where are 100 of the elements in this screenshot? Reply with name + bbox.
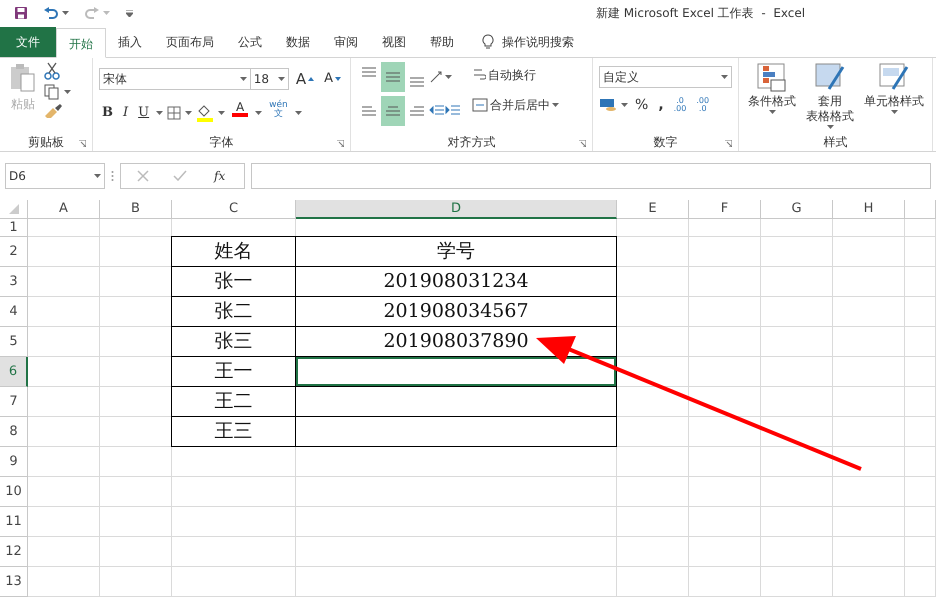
- grid-cell[interactable]: [100, 447, 172, 477]
- grid-cell[interactable]: [296, 447, 617, 477]
- grid-cell[interactable]: [905, 567, 936, 597]
- caret-icon[interactable]: [294, 110, 302, 116]
- grid-cell[interactable]: [617, 327, 689, 357]
- grid-cell[interactable]: [905, 237, 936, 267]
- grid-cell[interactable]: [689, 327, 761, 357]
- grid-cell[interactable]: [100, 567, 172, 597]
- undo-icon[interactable]: [44, 7, 58, 19]
- redo-icon[interactable]: [85, 7, 99, 19]
- column-header[interactable]: B: [100, 200, 172, 219]
- row-header[interactable]: 6: [0, 357, 28, 387]
- caret-icon[interactable]: [255, 110, 262, 116]
- table-cell[interactable]: [295, 356, 617, 387]
- grid-cell[interactable]: [28, 477, 100, 507]
- caret-icon[interactable]: [156, 110, 164, 116]
- caret-icon[interactable]: [62, 10, 69, 16]
- grid-cell[interactable]: [172, 537, 296, 567]
- format-painter-icon[interactable]: [44, 104, 62, 118]
- grid-cell[interactable]: [296, 507, 617, 537]
- grid-cell[interactable]: [761, 297, 833, 327]
- save-icon[interactable]: [14, 6, 28, 20]
- grid-cell[interactable]: [28, 447, 100, 477]
- row-header[interactable]: 4: [0, 297, 28, 327]
- table-cell[interactable]: 学号: [295, 236, 617, 267]
- grid-cell[interactable]: [617, 237, 689, 267]
- grid-cell[interactable]: [905, 219, 936, 237]
- cancel-icon[interactable]: [137, 170, 149, 182]
- grid-cell[interactable]: [172, 507, 296, 537]
- table-format-button[interactable]: 套用 表格格式: [803, 62, 857, 128]
- grid-cell[interactable]: [28, 219, 100, 237]
- grid-cell[interactable]: [689, 297, 761, 327]
- grid-cell[interactable]: [905, 537, 936, 567]
- grid-cell[interactable]: [689, 219, 761, 237]
- grid-cell[interactable]: [172, 477, 296, 507]
- grid-cell[interactable]: [761, 567, 833, 597]
- grid-cell[interactable]: [761, 237, 833, 267]
- grid-cell[interactable]: [28, 297, 100, 327]
- grid-cell[interactable]: [617, 267, 689, 297]
- grid-cell[interactable]: [905, 417, 936, 447]
- grid-cell[interactable]: [833, 507, 905, 537]
- grid-cell[interactable]: [100, 477, 172, 507]
- grid-cell[interactable]: [761, 447, 833, 477]
- column-header[interactable]: A: [28, 200, 100, 219]
- caret-icon[interactable]: [185, 110, 192, 116]
- grid-cell[interactable]: [296, 537, 617, 567]
- grid-cell[interactable]: [761, 219, 833, 237]
- grid-cell[interactable]: [100, 537, 172, 567]
- caret-icon[interactable]: [64, 90, 71, 94]
- italic-button[interactable]: I: [120, 100, 132, 126]
- decrease-decimal-button[interactable]: .00 .0: [693, 92, 712, 118]
- grid-cell[interactable]: [833, 417, 905, 447]
- table-cell[interactable]: 姓名: [171, 236, 296, 267]
- grid-cell[interactable]: [833, 357, 905, 387]
- grid-cell[interactable]: [833, 567, 905, 597]
- copy-icon[interactable]: [44, 84, 60, 100]
- column-header[interactable]: D: [296, 200, 617, 219]
- row-header[interactable]: 13: [0, 567, 28, 597]
- grid-cell[interactable]: [689, 237, 761, 267]
- grid-cell[interactable]: [689, 417, 761, 447]
- caret-icon[interactable]: [621, 102, 628, 108]
- ribbon-tab[interactable]: 审阅: [322, 27, 370, 57]
- grid-cell[interactable]: [617, 387, 689, 417]
- grid-cell[interactable]: [28, 327, 100, 357]
- caret-icon[interactable]: [721, 74, 728, 80]
- grid-cell[interactable]: [617, 447, 689, 477]
- grid-cell[interactable]: [28, 357, 100, 387]
- conditional-formatting-button[interactable]: 条件格式: [745, 62, 799, 128]
- currency-icon[interactable]: [599, 97, 617, 113]
- grid-cell[interactable]: [617, 357, 689, 387]
- caret-icon[interactable]: [445, 74, 452, 80]
- grid-cell[interactable]: [833, 219, 905, 237]
- grid-cell[interactable]: [100, 219, 172, 237]
- caret-icon[interactable]: [218, 110, 226, 116]
- ribbon-tab[interactable]: 页面布局: [154, 27, 226, 57]
- grid-cell[interactable]: [833, 237, 905, 267]
- grid-cell[interactable]: [761, 417, 833, 447]
- grid-cell[interactable]: [905, 387, 936, 417]
- grid-cell[interactable]: [689, 507, 761, 537]
- column-header[interactable]: [905, 200, 936, 219]
- scissors-icon[interactable]: [44, 62, 60, 80]
- row-header[interactable]: 5: [0, 327, 28, 357]
- grid-cell[interactable]: [905, 327, 936, 357]
- underline-button[interactable]: U: [135, 100, 152, 126]
- grid-cell[interactable]: [296, 477, 617, 507]
- name-box[interactable]: D6: [5, 163, 105, 189]
- ribbon-tab[interactable]: 视图: [370, 27, 418, 57]
- ribbon-tab[interactable]: 公式: [226, 27, 274, 57]
- row-header[interactable]: 1: [0, 219, 28, 237]
- grid-cell[interactable]: [761, 267, 833, 297]
- file-tab[interactable]: 文件: [0, 27, 56, 57]
- percent-button[interactable]: %: [632, 92, 652, 118]
- column-header[interactable]: H: [833, 200, 905, 219]
- grid-cell[interactable]: [617, 477, 689, 507]
- grid-cell[interactable]: [28, 417, 100, 447]
- dialog-launcher-icon[interactable]: [725, 140, 732, 147]
- grid-cell[interactable]: [761, 327, 833, 357]
- dialog-launcher-icon[interactable]: [579, 140, 586, 147]
- dialog-launcher-icon[interactable]: [79, 140, 86, 147]
- customize-toolbar-icon[interactable]: [126, 10, 133, 16]
